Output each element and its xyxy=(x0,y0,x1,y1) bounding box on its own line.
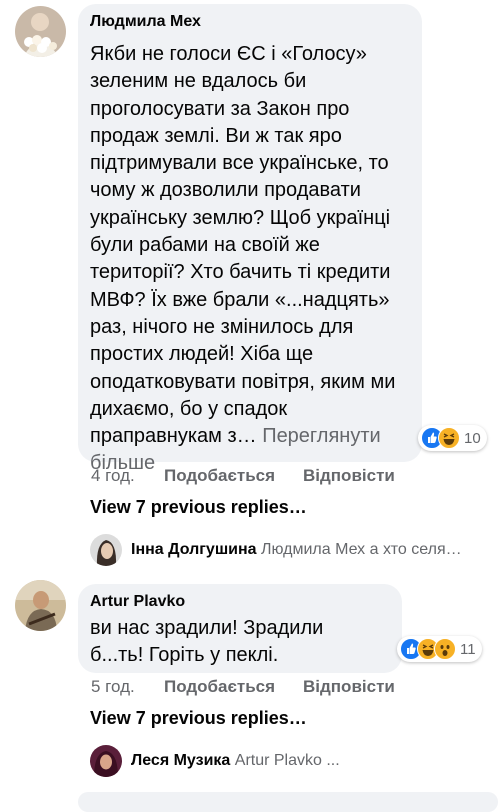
latest-reply[interactable]: Інна Долгушина Людмила Мех а хто селя… xyxy=(131,541,462,559)
like-button[interactable]: Подобається xyxy=(164,677,275,697)
next-comment-bubble xyxy=(78,792,498,812)
comment-text: Якби не голоси ЄС і «Голосу» зеленим не … xyxy=(90,41,415,478)
reaction-count: 11 xyxy=(460,640,476,658)
reply-button[interactable]: Відповісти xyxy=(303,466,395,486)
latest-reply[interactable]: Леся Музика Artur Plavko ... xyxy=(131,752,340,770)
reply-avatar[interactable] xyxy=(90,745,122,777)
reaction-summary[interactable]: 11 xyxy=(397,636,482,662)
avatar[interactable] xyxy=(15,6,66,57)
reaction-count: 10 xyxy=(464,429,481,447)
reply-author[interactable]: Інна Долгушина xyxy=(131,541,257,558)
reply-avatar[interactable] xyxy=(90,534,122,566)
avatar[interactable] xyxy=(15,580,66,631)
comment-author[interactable]: Людмила Мех xyxy=(90,13,201,31)
haha-icon xyxy=(438,427,460,449)
reply-author[interactable]: Леся Музика xyxy=(131,752,230,769)
comment-timestamp[interactable]: 4 год. xyxy=(91,466,135,486)
like-button[interactable]: Подобається xyxy=(164,466,275,486)
view-previous-replies-link[interactable]: View 7 previous replies… xyxy=(90,497,307,518)
comment-text: ви нас зрадили! Зрадили б...ть! Горіть у… xyxy=(90,617,324,667)
comment-author[interactable]: Artur Plavko xyxy=(90,593,185,611)
view-previous-replies-link[interactable]: View 7 previous replies… xyxy=(90,708,307,729)
reply-preview: Artur Plavko ... xyxy=(234,752,340,769)
see-more-link[interactable]: Переглянути xyxy=(262,425,380,447)
comment-timestamp[interactable]: 5 год. xyxy=(91,677,135,697)
reaction-summary[interactable]: 10 xyxy=(418,425,487,451)
reply-button[interactable]: Відповісти xyxy=(303,677,395,697)
reply-preview: Людмила Мех а хто селя… xyxy=(261,541,462,558)
wow-icon xyxy=(434,638,456,660)
